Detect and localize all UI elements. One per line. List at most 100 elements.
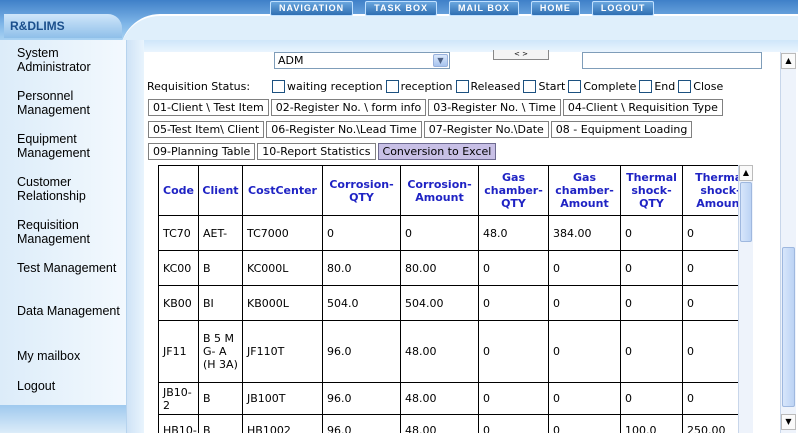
frame-separator[interactable] [126,40,144,433]
table-scrollbar[interactable]: ▲ [738,165,753,433]
tab-register-no-date[interactable]: 07-Register No.\Date [423,121,549,138]
cell-costcenter: TC7000 [242,215,323,251]
status-label-end: End [654,79,676,93]
cell-thermal-shock-qty: 0 [620,215,683,251]
table-scroll-thumb[interactable] [740,182,752,242]
cell-corrosion-qty: 504.0 [322,285,401,321]
table-row: JB10-2 B JB100T 96.0 48.00 0 0 0 0 [158,382,738,415]
column-header-gas-chamber-amount[interactable]: Gas chamber-Amount [548,165,621,216]
column-header-corrosion-qty[interactable]: Corrosion-QTY [322,165,401,216]
checkbox-waiting-reception[interactable] [272,79,286,93]
column-header-client[interactable]: Client [198,165,243,216]
sidebar-item-test-management[interactable]: Test Management [0,255,126,298]
sidebar-item-logout[interactable]: Logout [0,371,126,401]
cell-gas-chamber-qty: 48.0 [478,215,549,251]
nav-button-task-box[interactable]: TASK BOX [365,1,438,16]
cell-corrosion-qty: 96.0 [322,382,401,415]
tab-planning-table[interactable]: 09-Planning Table [148,143,256,160]
cell-code: JB10-2 [158,382,199,415]
sidebar-item-personnel-management[interactable]: Personnel Management [0,83,126,126]
nav-button-home[interactable]: HOME [530,1,580,16]
cell-client: B 5 M G- A (H 3A) [198,320,243,383]
cell-thermal-shock-qty: 100.0 [620,414,683,433]
nav-button-logout[interactable]: LOGOUT [591,1,655,16]
status-label-complete: Complete [583,79,637,93]
cell-gas-chamber-amount: 0 [548,320,621,383]
cell-client: BI [198,285,243,321]
chevron-down-icon[interactable]: ▼ [433,54,448,67]
tab-register-no-lead-time[interactable]: 06-Register No.\Lead Time [266,121,422,138]
report-tabs-row-1: 01-Client \ Test Item 02-Register No. \ … [148,99,725,116]
sidebar-item-equipment-management[interactable]: Equipment Management [0,126,126,169]
department-select[interactable]: ADM ▼ [274,52,450,69]
status-label-reception: reception [400,79,453,93]
statistics-table-container: Code Client CostCenter Corrosion-QTY Cor… [158,165,738,433]
column-header-gas-chamber-qty[interactable]: Gas chamber-QTY [478,165,549,216]
query-button[interactable]: < > [493,50,549,60]
sidebar-item-my-mailbox[interactable]: My mailbox [0,341,126,371]
sidebar-item-customer-relationship[interactable]: Customer Relationship [0,169,126,212]
cell-client: AET- [198,215,243,251]
table-row: JF11 B 5 M G- A (H 3A) JF110T 96.0 48.00 0 0 0 0 [158,320,738,383]
tab-client-test-item[interactable]: 01-Client \ Test Item [148,99,269,116]
column-header-thermal-shock-amount[interactable]: Thermal shock-Amount [682,165,738,216]
cell-code: KB00 [158,285,199,321]
tab-register-no-form-info[interactable]: 02-Register No. \ form info [270,99,427,116]
page-scroll-up-icon[interactable]: ▲ [781,53,796,69]
nav-button-navigation[interactable]: NAVIGATION [270,1,354,16]
status-label-close: Close [693,79,724,93]
cell-thermal-shock-amount: 0 [682,215,738,251]
search-input[interactable] [582,52,762,69]
department-select-value: ADM [278,54,304,67]
status-label-released: Released [470,79,521,93]
table-row: KB00 BI KB000L 504.0 504.00 0 0 0 0 [158,285,738,321]
nav-button-mail-box[interactable]: MAIL BOX [449,1,519,16]
top-banner: R&DLIMS NAVIGATION TASK BOX MAIL BOX HOM… [0,0,798,40]
cell-thermal-shock-amount: 250.00 [682,414,738,433]
page-scrollbar[interactable]: ▲ ▼ [780,52,796,433]
cell-thermal-shock-amount: 0 [682,320,738,383]
tab-conversion-to-excel[interactable]: Conversion to Excel [377,143,497,160]
checkbox-close[interactable] [678,79,692,93]
cell-corrosion-qty: 80.0 [322,250,401,286]
tab-register-no-time[interactable]: 03-Register No. \ Time [428,99,561,116]
report-tabs-row-3: 09-Planning Table 10-Report Statistics C… [148,143,498,160]
cell-gas-chamber-qty: 0 [478,320,549,383]
cell-corrosion-amount: 0 [400,215,479,251]
checkbox-complete[interactable] [568,79,582,93]
cell-costcenter: HB1002 [242,414,323,433]
checkbox-released[interactable] [455,79,469,93]
cell-code: KC00 [158,250,199,286]
tab-client-requisition-type[interactable]: 04-Client \ Requisition Type [562,99,723,116]
column-header-thermal-shock-qty[interactable]: Thermal shock-QTY [620,165,683,216]
checkbox-reception[interactable] [385,79,399,93]
requisition-status-filter: Requisition Status: waiting reception re… [147,78,757,94]
statistics-table: Code Client CostCenter Corrosion-QTY Cor… [158,165,738,433]
scroll-up-icon[interactable]: ▲ [739,165,753,181]
cell-corrosion-qty: 96.0 [322,414,401,433]
cell-corrosion-qty: 0 [322,215,401,251]
cell-gas-chamber-qty: 0 [478,414,549,433]
cell-thermal-shock-amount: 0 [682,382,738,415]
column-header-code[interactable]: Code [158,165,199,216]
cell-gas-chamber-qty: 0 [478,285,549,321]
cell-costcenter: KC000L [242,250,323,286]
tab-equipment-loading[interactable]: 08 - Equipment Loading [550,121,693,138]
page-scroll-thumb[interactable] [782,247,795,407]
cell-code: HB10- [158,414,199,433]
cell-costcenter: JF110T [242,320,323,383]
column-header-costcenter[interactable]: CostCenter [242,165,323,216]
sidebar-item-requisition-management[interactable]: Requisition Management [0,212,126,255]
cell-thermal-shock-qty: 0 [620,285,683,321]
tab-report-statistics[interactable]: 10-Report Statistics [257,143,376,160]
cell-gas-chamber-qty: 0 [478,382,549,415]
sidebar-item-data-management[interactable]: Data Management [0,298,126,341]
cell-thermal-shock-qty: 0 [620,382,683,415]
cell-thermal-shock-amount: 0 [682,250,738,286]
page-scroll-down-icon[interactable]: ▼ [781,414,796,430]
checkbox-end[interactable] [639,79,653,93]
checkbox-start[interactable] [523,79,537,93]
sidebar-item-system-administrator[interactable]: System Administrator [0,40,126,83]
column-header-corrosion-amount[interactable]: Corrosion-Amount [400,165,479,216]
tab-test-item-client[interactable]: 05-Test Item\ Client [148,121,265,138]
